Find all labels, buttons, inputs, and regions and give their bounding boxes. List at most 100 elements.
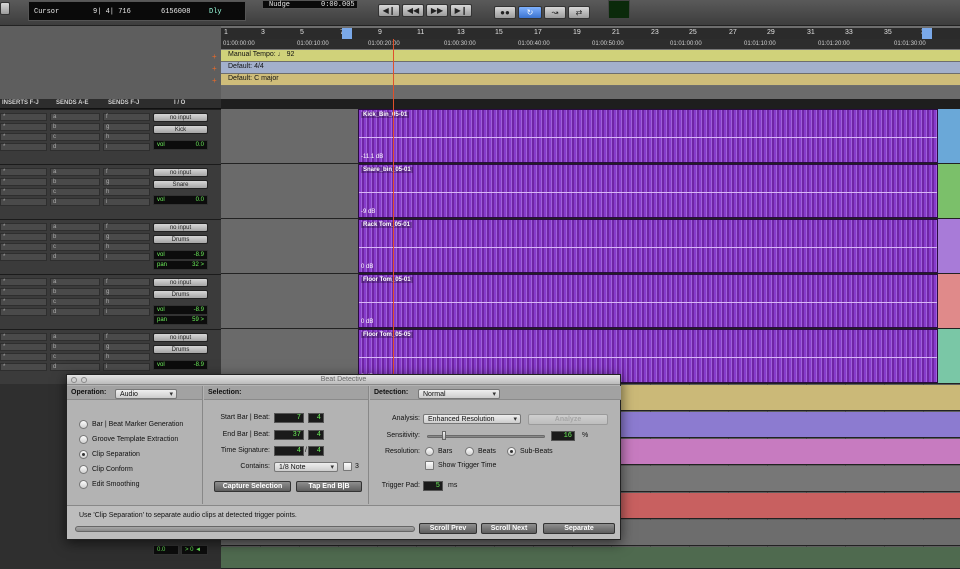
send-slot[interactable]: f [103, 168, 150, 176]
send-slot[interactable]: b [50, 178, 100, 186]
send-slot[interactable]: c [50, 298, 100, 306]
meter-ruler[interactable]: Default: 4/4 [221, 62, 960, 73]
insert-slot[interactable]: * [0, 343, 47, 351]
add-key-icon[interactable]: + [212, 76, 217, 85]
analyze-button[interactable]: Analyze [528, 414, 608, 425]
online-button[interactable]: ↝ [544, 6, 566, 19]
pan-readout[interactable]: pan 59 > [153, 315, 208, 325]
nudge-value[interactable]: 0:00.005 [321, 1, 355, 9]
input-selector[interactable]: no input [153, 223, 208, 232]
output-selector[interactable]: Kick [153, 125, 208, 134]
send-slot[interactable]: a [50, 168, 100, 176]
send-slot[interactable]: f [103, 113, 150, 121]
go-to-end-button[interactable]: ▶❙ [450, 4, 472, 17]
insert-slot[interactable]: * [0, 278, 47, 286]
analysis-select[interactable]: Enhanced Resolution [423, 414, 521, 424]
sensitivity-slider-thumb[interactable] [442, 431, 446, 440]
track-lane[interactable]: Snare_bin_05-01 -9 dB [221, 164, 960, 219]
tempo-ruler[interactable]: Manual Tempo: ♩ 92 [221, 50, 960, 61]
next-clip[interactable] [938, 219, 960, 273]
counter-mode[interactable]: Cursor [34, 8, 59, 16]
scroll-next-button[interactable]: Scroll Next [481, 523, 537, 534]
insert-slot[interactable]: * [0, 178, 47, 186]
key-ruler[interactable]: Default: C major [221, 74, 960, 85]
operation-radio[interactable] [79, 435, 88, 444]
send-slot[interactable]: a [50, 113, 100, 121]
insert-slot[interactable]: * [0, 288, 47, 296]
track-lane-green[interactable] [221, 547, 960, 569]
track-lane[interactable]: Kick_Bin_05-01 -11.1 dB [221, 109, 960, 164]
send-slot[interactable]: h [103, 353, 150, 361]
trigger-pad-field[interactable]: 5 [423, 481, 443, 491]
send-slot[interactable]: h [103, 243, 150, 251]
output-selector[interactable]: Drums [153, 235, 208, 244]
insert-slot[interactable]: * [0, 308, 47, 316]
send-slot[interactable]: b [50, 343, 100, 351]
send-slot[interactable]: d [50, 143, 100, 151]
contains-select[interactable]: 1/8 Note [274, 462, 338, 472]
selection-end-marker[interactable] [922, 28, 932, 39]
rewind-button[interactable]: ◀◀ [402, 4, 424, 17]
min-secs-ruler[interactable]: 01:00:00:00 01:00:10:00 01:00:20:00 01:00:3… [221, 39, 960, 50]
send-slot[interactable]: a [50, 223, 100, 231]
markers-ruler[interactable] [221, 86, 960, 99]
send-slot[interactable]: c [50, 188, 100, 196]
loop-button[interactable]: ↻ [518, 6, 542, 19]
operation-radio[interactable] [79, 450, 88, 459]
insert-slot[interactable]: * [0, 198, 47, 206]
scroll-prev-button[interactable]: Scroll Prev [419, 523, 477, 534]
output-selector[interactable]: Drums [153, 290, 208, 299]
send-slot[interactable]: d [50, 363, 100, 371]
send-slot[interactable]: h [103, 188, 150, 196]
audio-clip[interactable]: Snare_bin_05-01 -9 dB [358, 164, 938, 218]
track-lane[interactable]: Floor Tom_05-01 0 dB [221, 274, 960, 329]
selection-start-marker[interactable] [342, 28, 352, 39]
send-slot[interactable]: i [103, 308, 150, 316]
input-selector[interactable]: no input [153, 278, 208, 287]
insert-slot[interactable]: * [0, 333, 47, 341]
send-slot[interactable]: f [103, 333, 150, 341]
send-slot[interactable]: c [50, 353, 100, 361]
bars-beats-ruler[interactable]: 135791113151719212325272931333537 [221, 28, 960, 39]
send-slot[interactable]: h [103, 133, 150, 141]
beat-detective-titlebar[interactable]: Beat Detective [67, 375, 620, 385]
send-slot[interactable]: d [50, 198, 100, 206]
send-slot[interactable]: h [103, 298, 150, 306]
send-slot[interactable]: g [103, 178, 150, 186]
capture-selection-button[interactable]: Capture Selection [214, 481, 291, 492]
input-selector[interactable]: no input [153, 333, 208, 342]
bottom-vol-readout[interactable]: 0.0 [153, 545, 179, 555]
resolution-radio[interactable] [465, 447, 474, 456]
send-slot[interactable]: i [103, 253, 150, 261]
volume-readout[interactable]: vol -8.9 [153, 305, 208, 315]
sensitivity-field[interactable]: 16 [551, 431, 575, 441]
playhead-line[interactable] [393, 39, 394, 374]
end-bar-field[interactable]: 37 [274, 430, 304, 440]
resolution-radio[interactable] [425, 447, 434, 456]
send-slot[interactable]: i [103, 143, 150, 151]
insert-slot[interactable]: * [0, 168, 47, 176]
send-slot[interactable]: a [50, 333, 100, 341]
operation-radio[interactable] [79, 465, 88, 474]
send-slot[interactable]: f [103, 223, 150, 231]
bottom-pan-readout[interactable]: > 0 ◄ [181, 545, 208, 555]
detection-mode-select[interactable]: Normal [418, 389, 500, 399]
operation-type-select[interactable]: Audio [115, 389, 177, 399]
timesig-denominator-field[interactable]: 4 [308, 446, 324, 456]
send-slot[interactable]: c [50, 243, 100, 251]
fast-forward-button[interactable]: ▶▶ [426, 4, 448, 17]
next-clip[interactable] [938, 164, 960, 218]
close-icon[interactable] [71, 377, 77, 383]
audio-clip[interactable]: Rack Tom_05-01 0 dB [358, 219, 938, 273]
operation-radio[interactable] [79, 480, 88, 489]
tap-end-bb-button[interactable]: Tap End B|B [296, 481, 362, 492]
window-menu-button[interactable] [0, 2, 10, 15]
add-meter-icon[interactable]: + [212, 64, 217, 73]
output-selector[interactable]: Drums [153, 345, 208, 354]
midi-merge-button[interactable]: ⇄ [568, 6, 590, 19]
send-slot[interactable]: g [103, 123, 150, 131]
insert-slot[interactable]: * [0, 123, 47, 131]
send-slot[interactable]: g [103, 343, 150, 351]
operation-radio[interactable] [79, 420, 88, 429]
insert-slot[interactable]: * [0, 233, 47, 241]
